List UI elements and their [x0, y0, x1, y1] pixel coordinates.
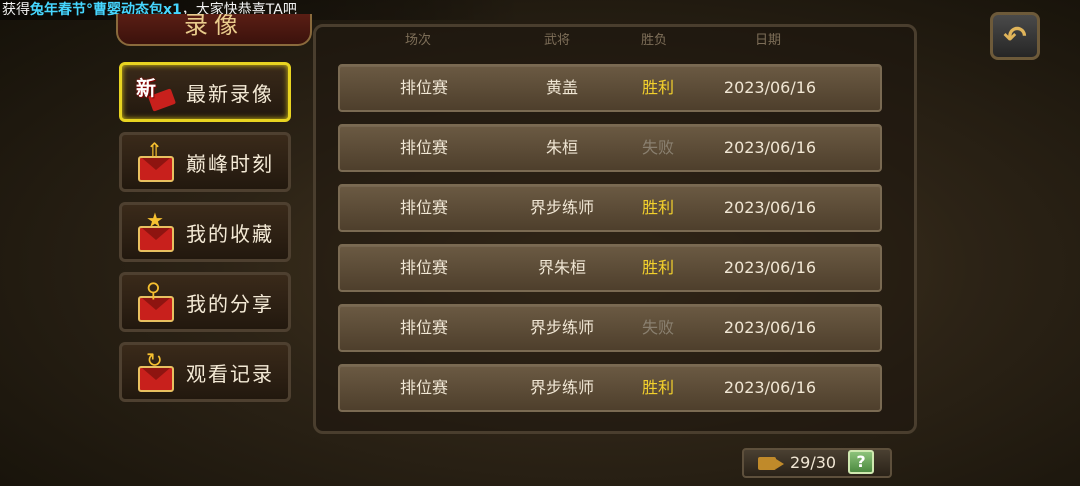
star-envelope-icon: ★: [136, 208, 176, 252]
replay-count: 29/30: [790, 453, 837, 472]
menu-label: 观看记录: [186, 361, 274, 386]
match-type: 排位赛: [399, 138, 448, 157]
new-badge: 新: [136, 76, 156, 100]
menu-label: 我的收藏: [186, 221, 274, 246]
new-envelope-icon: 新: [136, 72, 177, 112]
peak-envelope-icon: ⇑: [136, 138, 176, 182]
share-envelope-icon: ⚲: [136, 278, 176, 322]
menu-latest-replays[interactable]: 新 最新录像: [119, 62, 291, 122]
match-date: 2023/06/16: [723, 198, 817, 217]
back-arrow-icon: ↶: [1003, 19, 1027, 53]
replay-row[interactable]: 排位赛 朱桓 失败 2023/06/16: [338, 124, 882, 172]
header-general: 武将: [544, 33, 571, 48]
page-title: 录像: [116, 14, 312, 46]
match-result: 胜利: [641, 378, 674, 397]
side-menu: 新 最新录像 ⇑ 巅峰时刻 ★ 我的收藏 ⚲ 我的分享 ↻ 观看记录: [119, 62, 297, 412]
history-envelope-icon: ↻: [136, 348, 176, 392]
match-date: 2023/06/16: [723, 258, 817, 277]
replay-row[interactable]: 排位赛 黄盖 胜利 2023/06/16: [338, 64, 882, 112]
match-type: 排位赛: [399, 318, 448, 337]
replay-row[interactable]: 排位赛 界步练师 失败 2023/06/16: [338, 304, 882, 352]
match-date: 2023/06/16: [723, 378, 817, 397]
match-date: 2023/06/16: [723, 138, 817, 157]
menu-my-favorites[interactable]: ★ 我的收藏: [119, 202, 291, 262]
header-match-type: 场次: [405, 33, 432, 48]
match-result: 胜利: [641, 198, 674, 217]
header-date: 日期: [755, 33, 782, 48]
menu-peak-moments[interactable]: ⇑ 巅峰时刻: [119, 132, 291, 192]
match-type: 排位赛: [399, 258, 448, 277]
header-result: 胜负: [641, 33, 668, 48]
menu-watch-history[interactable]: ↻ 观看记录: [119, 342, 291, 402]
camera-icon: [758, 457, 784, 470]
menu-my-shares[interactable]: ⚲ 我的分享: [119, 272, 291, 332]
replay-row[interactable]: 排位赛 界步练师 胜利 2023/06/16: [338, 184, 882, 232]
match-result: 胜利: [641, 258, 674, 277]
match-type: 排位赛: [399, 198, 448, 217]
match-date: 2023/06/16: [723, 318, 817, 337]
menu-label: 最新录像: [186, 81, 274, 106]
ticker-prefix: 获得: [2, 2, 30, 18]
menu-label: 巅峰时刻: [186, 151, 274, 176]
match-type: 排位赛: [399, 78, 448, 97]
back-button[interactable]: ↶: [990, 12, 1040, 60]
match-result: 失败: [641, 318, 674, 337]
replay-row[interactable]: 排位赛 界步练师 胜利 2023/06/16: [338, 364, 882, 412]
match-result: 胜利: [641, 78, 674, 97]
match-result: 失败: [641, 138, 674, 157]
menu-label: 我的分享: [186, 291, 274, 316]
match-type: 排位赛: [399, 378, 448, 397]
match-date: 2023/06/16: [723, 78, 817, 97]
help-button[interactable]: ?: [848, 450, 874, 474]
replay-row[interactable]: 排位赛 界朱桓 胜利 2023/06/16: [338, 244, 882, 292]
